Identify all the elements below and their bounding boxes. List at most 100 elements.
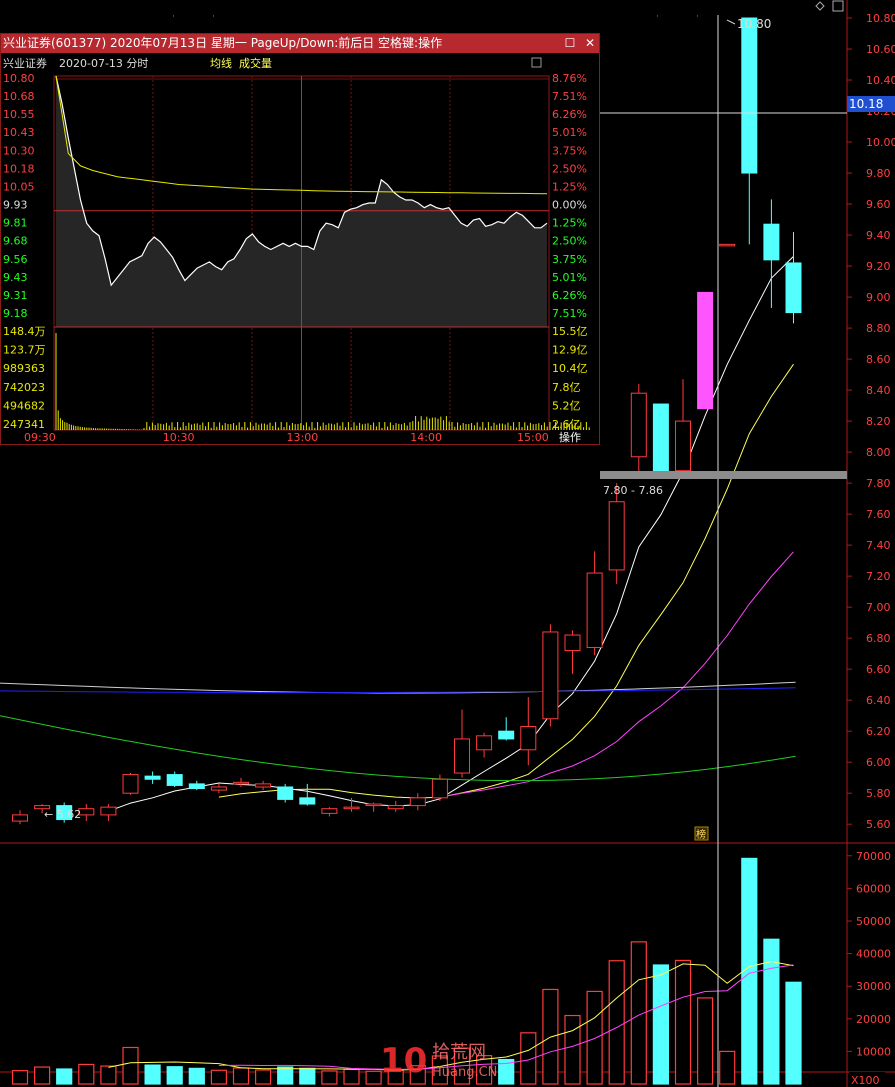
candle-body xyxy=(697,291,714,410)
intraday-pct-label: 6.26% xyxy=(552,108,587,121)
price-tick-label: 9.80 xyxy=(866,167,891,180)
volume-bar xyxy=(166,1066,183,1085)
high-marker-line xyxy=(726,19,736,25)
intraday-price-label: 9.93 xyxy=(3,199,28,212)
range-band xyxy=(600,471,847,479)
low-marker-label: ← 5.62 xyxy=(44,808,81,821)
volume-bar xyxy=(763,938,780,1085)
intraday-price-label: 10.80 xyxy=(3,72,35,85)
svg-text:Huang.CN: Huang.CN xyxy=(432,1065,497,1080)
intraday-popup[interactable]: 兴业证券(601377) 2020年07月13日 星期一 PageUp/Down… xyxy=(0,33,600,445)
candle-body xyxy=(586,572,603,648)
intraday-time-label: 13:00 xyxy=(287,431,319,444)
volume-bar xyxy=(564,1014,581,1085)
intraday-volume-label: 494682 xyxy=(3,399,45,412)
maximize-button[interactable]: ☐ xyxy=(563,36,577,50)
marker-dot: · xyxy=(696,12,699,22)
volume-bar xyxy=(785,981,802,1085)
intraday-grid xyxy=(53,75,550,431)
volume-tick-label: 70000 xyxy=(856,850,891,863)
intraday-pct-label: 7.51% xyxy=(552,307,587,320)
intraday-price-label: 9.31 xyxy=(3,289,28,302)
maximize-icon[interactable] xyxy=(832,0,844,12)
candle-body xyxy=(166,774,183,786)
price-tick-label: 10.60 xyxy=(866,43,895,56)
price-tick-label: 10.00 xyxy=(866,136,895,149)
intraday-amount-label: 2.6亿 xyxy=(552,418,581,431)
price-tick-label: 6.20 xyxy=(866,725,891,738)
svg-text:10: 10 xyxy=(380,1041,427,1081)
close-button[interactable]: ✕ xyxy=(583,36,597,50)
popup-titlebar[interactable]: 兴业证券(601377) 2020年07月13日 星期一 PageUp/Down… xyxy=(1,34,599,53)
volume-bar xyxy=(11,1070,29,1085)
intraday-volume xyxy=(55,333,590,430)
high-marker-label: 10.80 xyxy=(737,17,771,31)
diamond-icon[interactable] xyxy=(815,1,825,11)
volume-bar xyxy=(652,964,670,1085)
ma20-line xyxy=(439,551,794,798)
intraday-volume-label: 123.7万 xyxy=(3,344,46,357)
candle-body xyxy=(520,726,537,751)
marker-dot: · xyxy=(212,12,215,22)
volume-tick-label: 60000 xyxy=(856,882,891,895)
candle-body xyxy=(343,806,360,810)
intraday-pct-label: 8.76% xyxy=(552,72,587,85)
candle-body xyxy=(431,778,448,799)
long-ma-line xyxy=(0,687,796,694)
candle-body xyxy=(630,392,647,458)
volume-bar xyxy=(255,1069,272,1085)
volume-label: 成交量 xyxy=(239,56,272,70)
volume-bar xyxy=(321,1070,338,1085)
intraday-amount-label: 5.2亿 xyxy=(552,399,581,412)
intraday-amount-label: 15.5亿 xyxy=(552,325,588,338)
ma60-line xyxy=(0,715,796,782)
intraday-time-label: 09:30 xyxy=(24,431,56,444)
intraday-pct-label: 5.01% xyxy=(552,271,587,284)
volume-bar xyxy=(33,1066,51,1085)
candle-body xyxy=(255,783,272,788)
intraday-chart: 10.80 8.76% 10.68 7.51% 10.55 6.26% 10.43 5.01%… xyxy=(3,56,590,444)
price-tick-label: 5.60 xyxy=(866,818,891,831)
volume-bar xyxy=(719,1050,736,1085)
avg-line-label: 均线 xyxy=(210,56,232,70)
price-tick-label: 5.80 xyxy=(866,787,891,800)
svg-text:拾荒网: 拾荒网 xyxy=(432,1042,486,1063)
intraday-price-label: 9.18 xyxy=(3,307,28,320)
stock-name-label: 兴业证券 xyxy=(3,56,47,70)
price-tick-label: 9.40 xyxy=(866,229,891,242)
volume-bar xyxy=(343,1068,360,1085)
intraday-pct-label: 0.00% xyxy=(552,199,587,212)
range-label: 7.80 - 7.86 xyxy=(603,484,663,497)
intraday-price-label: 9.68 xyxy=(3,235,28,248)
long-ma-line xyxy=(0,681,796,694)
operation-button[interactable]: 操作 xyxy=(559,430,581,444)
intraday-volume-label: 148.4万 xyxy=(3,325,46,338)
volume-bar xyxy=(299,1067,316,1085)
intraday-volume-label: 742023 xyxy=(3,381,45,394)
price-tick-label: 7.00 xyxy=(866,601,891,614)
price-tick-label: 9.20 xyxy=(866,260,891,273)
intraday-volume-label: 989363 xyxy=(3,362,45,375)
candle-body xyxy=(321,808,338,814)
price-tick-label: 6.80 xyxy=(866,632,891,645)
price-tick-label: 8.60 xyxy=(866,353,891,366)
price-tick-label: 7.80 xyxy=(866,477,891,490)
volume-unit: X100 xyxy=(851,1074,880,1087)
candle-body xyxy=(454,738,470,774)
volume-bar xyxy=(56,1068,73,1085)
price-tick-label: 7.60 xyxy=(866,508,891,521)
watermark-logo: 10 拾荒网 Huang.CN xyxy=(380,1041,497,1081)
volume-bar xyxy=(696,997,714,1085)
candle-body xyxy=(675,420,691,472)
price-tick-label: 10.80 xyxy=(866,12,895,25)
volume-tick-label: 50000 xyxy=(856,915,891,928)
candle-body xyxy=(210,786,227,791)
volume-bar xyxy=(144,1064,161,1085)
price-tick-label: 7.20 xyxy=(866,570,891,583)
candle-body xyxy=(233,781,249,785)
candle-body xyxy=(719,243,736,247)
volume-tick-label: 20000 xyxy=(856,1013,891,1026)
volume-tick-label: 10000 xyxy=(856,1045,891,1058)
settings-icon[interactable] xyxy=(531,57,542,68)
price-tick-label: 8.20 xyxy=(866,415,891,428)
